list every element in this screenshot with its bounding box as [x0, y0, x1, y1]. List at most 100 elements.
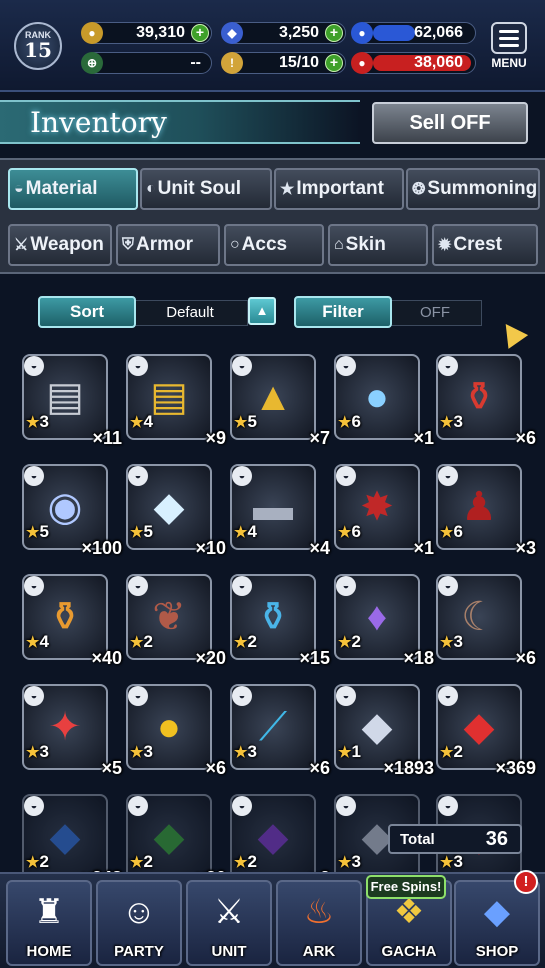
item-rarity-value: 3	[453, 852, 463, 871]
inventory-item[interactable]: ♦ ◒ ★2 ×18	[334, 574, 434, 668]
item-rarity-value: 3	[247, 742, 257, 761]
item-rarity-value: 2	[247, 632, 257, 651]
item-type-icon: ◒	[438, 356, 458, 376]
nav-party-label: PARTY	[114, 943, 164, 960]
tab-accs[interactable]: ○ Accs	[224, 224, 324, 266]
sell-off-button[interactable]: Sell OFF	[372, 102, 528, 144]
item-count: ×1	[413, 538, 434, 558]
inventory-item[interactable]: ▲ ◒ ★5 ×7	[230, 354, 330, 448]
inventory-item[interactable]: ⚱ ◒ ★2 ×15	[230, 574, 330, 668]
inventory-item[interactable]: ◆◒★2×2	[230, 794, 330, 872]
party-icon: ☺	[121, 893, 157, 931]
item-type-icon: ◒	[232, 576, 252, 596]
inventory-item[interactable]: ◆◒★2×348	[22, 794, 122, 872]
item-rarity-value: 4	[143, 412, 153, 431]
item-type-icon: ◒	[128, 466, 148, 486]
add-energy-button[interactable]: +	[325, 54, 343, 72]
item-rarity-value: 3	[39, 412, 49, 431]
inventory-item[interactable]: ♟ ◒ ★6 ×3	[436, 464, 536, 558]
inventory-item[interactable]: ● ◒ ★6 ×1	[334, 354, 434, 448]
item-rarity-value: 5	[39, 522, 49, 541]
item-rarity: ★4	[130, 412, 153, 432]
item-type-icon: ◒	[232, 686, 252, 706]
inventory-item[interactable]: ◉ ◒ ★5 ×100	[22, 464, 122, 558]
star-icon: ★	[440, 524, 454, 541]
tab-important-label: Important	[296, 178, 384, 199]
add-gil-button[interactable]: +	[191, 24, 209, 42]
tab-skin[interactable]: ⌂ Skin	[328, 224, 428, 266]
item-type-icon: ◒	[128, 796, 148, 816]
tab-summoning[interactable]: ❂ Summoning	[406, 168, 540, 210]
item-count: ×7	[309, 428, 330, 448]
secondary-currency-value: --	[190, 54, 201, 71]
sort-value[interactable]: Default	[132, 300, 248, 326]
tab-material[interactable]: ◒ Material	[8, 168, 138, 210]
ticket-icon: !	[221, 52, 243, 74]
star-icon: ★	[26, 634, 40, 651]
sort-button[interactable]: Sort	[38, 296, 136, 328]
inventory-item[interactable]: ▤ ◒ ★4 ×9	[126, 354, 226, 448]
tab-summoning-label: Summoning	[427, 178, 538, 199]
nav-unit[interactable]: ⚔ UNIT	[186, 880, 272, 966]
rank-badge: RANK 15	[14, 22, 62, 70]
tab-crest[interactable]: ✹ Crest	[432, 224, 538, 266]
inventory-item[interactable]: ▬ ◒ ★4 ×4	[230, 464, 330, 558]
lapis-crystal-icon: ◆	[221, 22, 243, 44]
item-rarity: ★6	[338, 522, 361, 542]
inventory-item[interactable]: ⟋ ◒ ★3 ×6	[230, 684, 330, 778]
item-type-icon: ◒	[336, 796, 356, 816]
tab-important[interactable]: ★ Important	[274, 168, 404, 210]
item-count: ×6	[309, 758, 330, 778]
inventory-item[interactable]: ❦ ◒ ★2 ×20	[126, 574, 226, 668]
item-rarity: ★4	[234, 522, 257, 542]
item-count: ×9	[205, 428, 226, 448]
total-label: Total	[400, 831, 435, 848]
castle-icon: ♜	[33, 893, 65, 931]
item-count: ×10	[195, 538, 226, 558]
free-spins-banner[interactable]: Free Spins!	[366, 875, 446, 899]
star-icon: ★	[280, 181, 295, 198]
item-count: ×40	[91, 648, 122, 668]
menu-icon	[491, 22, 527, 54]
inventory-item[interactable]: ◆ ◒ ★1 ×1893	[334, 684, 434, 778]
item-rarity: ★3	[234, 742, 257, 762]
inventory-item[interactable]: ✸ ◒ ★6 ×1	[334, 464, 434, 558]
item-count: ×15	[299, 648, 330, 668]
item-rarity-value: 2	[351, 632, 361, 651]
item-type-icon: ◒	[24, 576, 44, 596]
pointer-cursor-icon	[495, 317, 529, 349]
inventory-item[interactable]: ⚱ ◒ ★3 ×6	[436, 354, 536, 448]
inventory-item[interactable]: ◆ ◒ ★2 ×369	[436, 684, 536, 778]
tab-armor[interactable]: ⛨ Armor	[116, 224, 220, 266]
nav-ark[interactable]: ♨ ARK	[276, 880, 362, 966]
filter-button[interactable]: Filter	[294, 296, 392, 328]
inventory-item[interactable]: ✦ ◒ ★3 ×5	[22, 684, 122, 778]
sword-icon: ⚔	[14, 237, 29, 254]
tab-weapon[interactable]: ⚔ Weapon	[8, 224, 112, 266]
item-rarity: ★3	[130, 742, 153, 762]
item-type-icon: ◒	[24, 686, 44, 706]
item-rarity-value: 4	[247, 522, 257, 541]
inventory-item[interactable]: ⚱ ◒ ★4 ×40	[22, 574, 122, 668]
menu-button[interactable]: MENU	[487, 22, 531, 76]
star-icon: ★	[26, 414, 40, 431]
nav-party[interactable]: ☺ PARTY	[96, 880, 182, 966]
nav-home[interactable]: ♜ HOME	[6, 880, 92, 966]
filter-value[interactable]: OFF	[388, 300, 482, 326]
tab-unit-soul[interactable]: ◐ Unit Soul	[140, 168, 272, 210]
star-icon: ★	[234, 524, 248, 541]
item-rarity: ★3	[338, 852, 361, 872]
inventory-item[interactable]: ◆ ◒ ★5 ×10	[126, 464, 226, 558]
inventory-item[interactable]: ◆◒★2×30	[126, 794, 226, 872]
gil-coin-icon: ●	[81, 22, 103, 44]
inventory-item[interactable]: ▤ ◒ ★3 ×11	[22, 354, 122, 448]
add-lapis-button[interactable]: +	[325, 24, 343, 42]
inventory-item[interactable]: ☾ ◒ ★3 ×6	[436, 574, 536, 668]
tab-skin-label: Skin	[345, 234, 386, 255]
sort-order-button[interactable]: ▲	[248, 297, 276, 325]
inventory-item[interactable]: ● ◒ ★3 ×6	[126, 684, 226, 778]
rank-value: 15	[24, 38, 52, 62]
star-icon: ★	[338, 414, 352, 431]
accessory-icon: ○	[230, 236, 240, 253]
unit-soul-icon: ◐	[146, 180, 156, 197]
